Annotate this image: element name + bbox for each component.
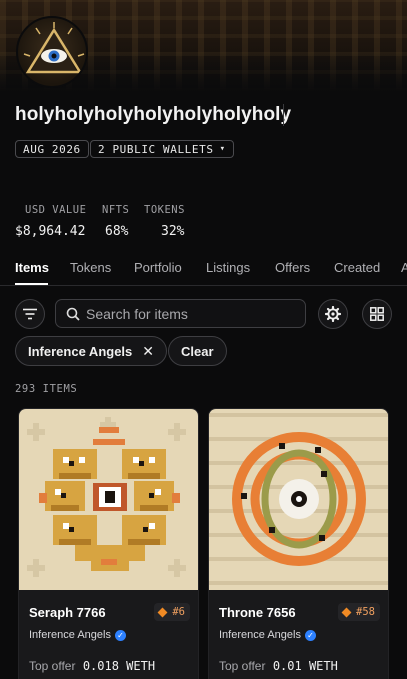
nft-card[interactable]: Throne 7656 #58 Inference Angels ✓ Top o… xyxy=(208,408,389,679)
collection-name: Inference Angels xyxy=(29,629,111,641)
avatar[interactable] xyxy=(16,16,88,88)
top-offer: Top offer 0.01 WETH xyxy=(219,659,338,673)
wallets-dropdown[interactable]: 2 PUBLIC WALLETS ▾ xyxy=(90,140,234,158)
close-icon[interactable]: ✕ xyxy=(142,343,154,360)
card-collection[interactable]: Inference Angels ✓ xyxy=(29,629,126,641)
tab-items[interactable]: Items xyxy=(15,260,49,275)
nft-card[interactable]: Seraph 7766 #6 Inference Angels ✓ Top of… xyxy=(18,408,199,679)
search-icon xyxy=(66,307,80,321)
rarity-rank-badge: #6 xyxy=(154,603,190,621)
verified-badge-icon: ✓ xyxy=(304,629,316,641)
tab-portfolio[interactable]: Portfolio xyxy=(134,260,182,275)
rarity-rank-badge: #58 xyxy=(338,603,380,621)
tab-created[interactable]: Created xyxy=(334,260,380,275)
tab-tokens[interactable]: Tokens xyxy=(70,260,111,275)
card-title: Seraph 7766 xyxy=(29,605,106,620)
grid-view-button[interactable] xyxy=(362,299,392,329)
nft-image xyxy=(19,409,198,590)
settings-button[interactable] xyxy=(318,299,348,329)
card-collection[interactable]: Inference Angels ✓ xyxy=(219,629,316,641)
profile-name: holyholyholyholyholyholyholy xyxy=(15,104,292,125)
collection-name: Inference Angels xyxy=(219,629,301,641)
top-offer-label: Top offer xyxy=(29,659,76,673)
diamond-icon xyxy=(157,607,168,617)
joined-date-chip: AUG 2026 xyxy=(15,140,89,158)
stat-nfts-value: 68% xyxy=(105,224,129,239)
top-offer-label: Top offer xyxy=(219,659,266,673)
stat-nfts-label: NFTS xyxy=(102,204,130,216)
stat-tokens-value: 32% xyxy=(161,224,185,239)
tab-listings[interactable]: Listings xyxy=(206,260,250,275)
filter-button[interactable] xyxy=(15,299,45,329)
top-offer-value: 0.018 WETH xyxy=(82,659,156,673)
search-input[interactable] xyxy=(86,305,305,322)
clear-filters-button[interactable]: Clear xyxy=(168,336,227,366)
stat-usd-value: $8,964.42 xyxy=(15,224,86,239)
search-field[interactable] xyxy=(55,299,306,328)
rarity-rank: #58 xyxy=(356,606,375,618)
chevron-down-icon: ▾ xyxy=(219,144,226,154)
diamond-icon xyxy=(341,607,352,617)
top-offer-value: 0.01 WETH xyxy=(272,659,338,673)
rarity-rank: #6 xyxy=(172,606,185,618)
nft-image xyxy=(209,409,388,590)
card-title: Throne 7656 xyxy=(219,605,296,620)
active-filter-chip[interactable]: Inference Angels ✕ xyxy=(15,336,168,366)
tabs-divider xyxy=(0,285,407,286)
joined-date: AUG 2026 xyxy=(23,142,81,156)
clear-label: Clear xyxy=(181,343,214,359)
stat-tokens-label: TOKENS xyxy=(144,204,185,216)
active-filter-label: Inference Angels xyxy=(28,343,133,359)
gear-icon xyxy=(325,306,341,322)
stat-usd-label: USD VALUE xyxy=(25,204,87,216)
tab-overflow[interactable]: A xyxy=(401,260,407,275)
top-offer: Top offer 0.018 WETH xyxy=(29,659,155,673)
profile-tabs: Items Tokens Portfolio Listings Offers C… xyxy=(0,260,407,284)
filter-icon xyxy=(23,308,37,320)
name-divider xyxy=(283,104,284,126)
wallets-label: 2 PUBLIC WALLETS xyxy=(98,142,214,156)
tab-offers[interactable]: Offers xyxy=(275,260,310,275)
verified-badge-icon: ✓ xyxy=(114,629,126,641)
item-count: 293 ITEMS xyxy=(15,383,78,395)
grid-icon xyxy=(370,307,384,321)
